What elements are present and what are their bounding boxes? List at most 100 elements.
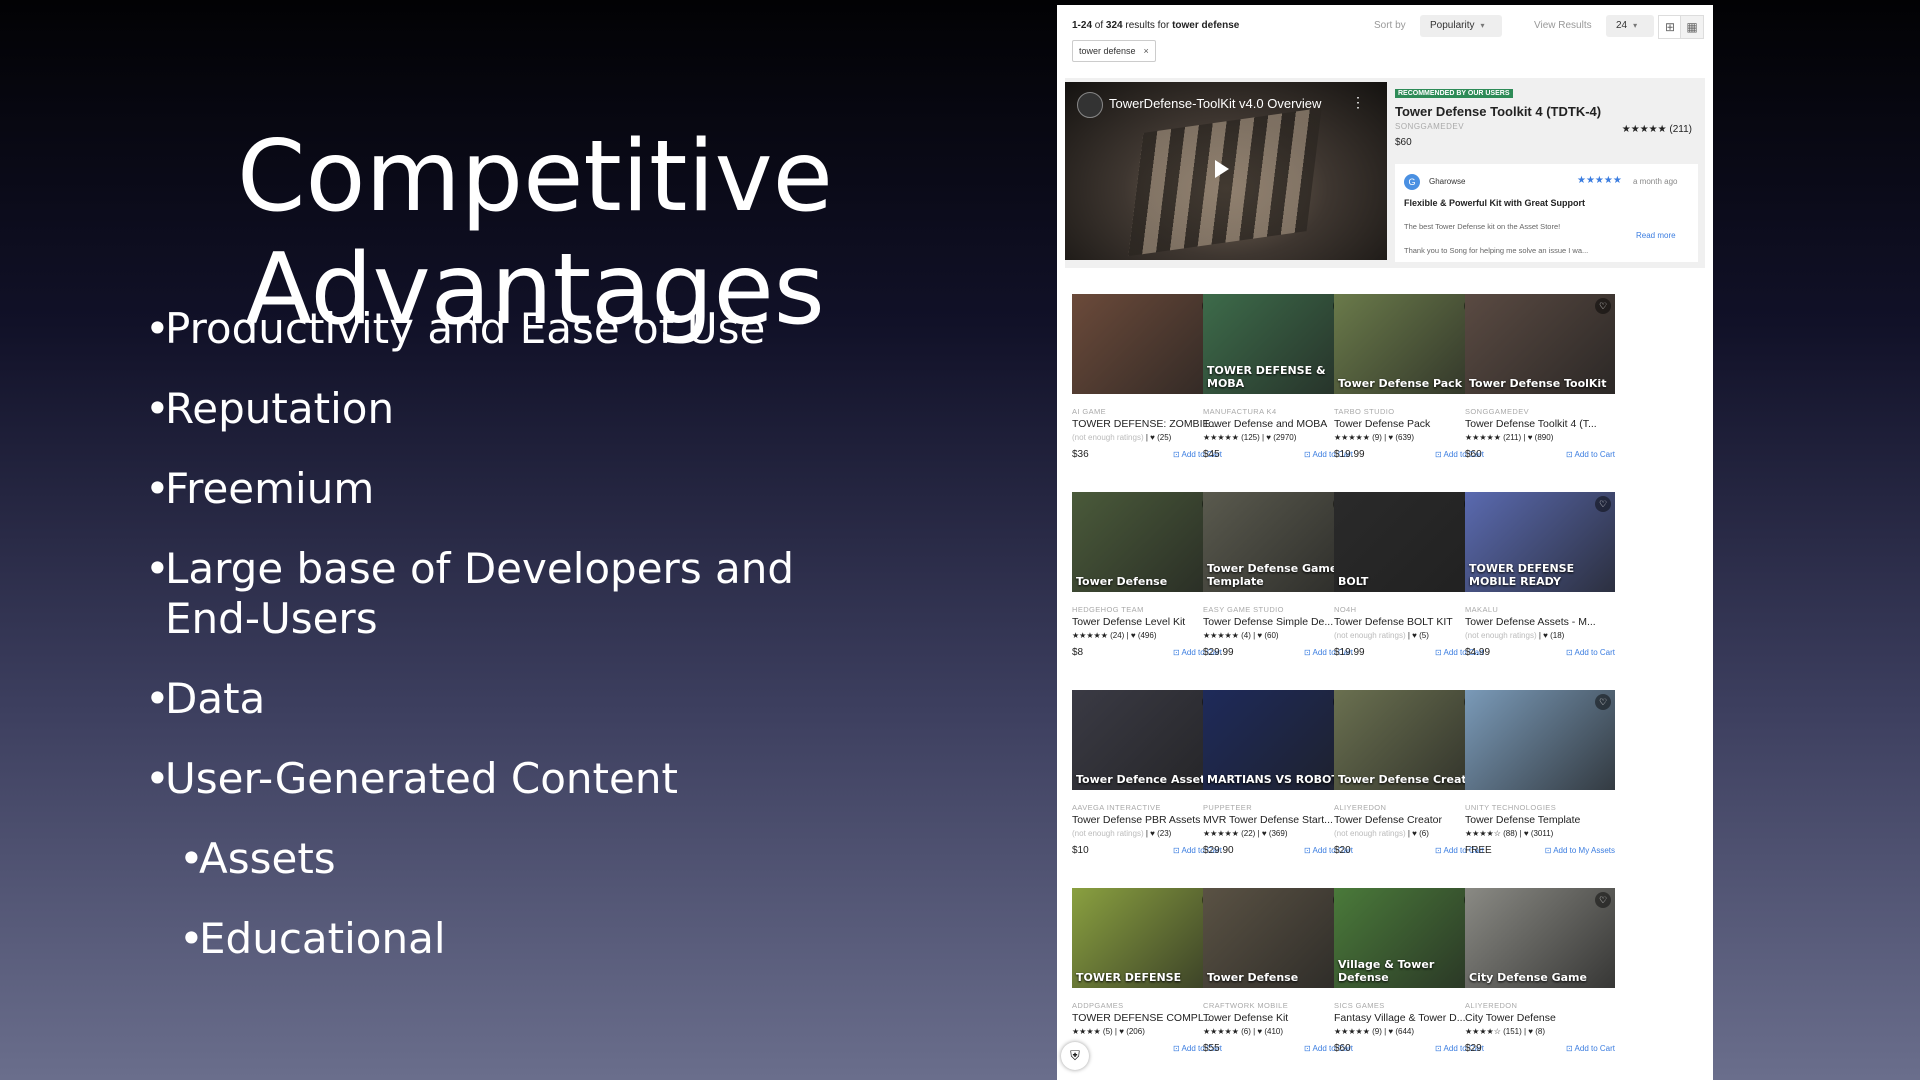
- product-name[interactable]: Tower Defense PBR Assets: [1072, 814, 1222, 826]
- product-card[interactable]: City Defense Game ♡ ALIYEREDON City Tower D…: [1465, 888, 1615, 1068]
- product-publisher[interactable]: ALIYEREDON: [1334, 803, 1386, 812]
- add-to-cart-button[interactable]: ⊡ Add to Cart: [1566, 648, 1615, 657]
- heart-icon[interactable]: ♡: [1595, 892, 1611, 908]
- product-publisher[interactable]: HEDGEHOG TEAM: [1072, 605, 1144, 614]
- heart-icon[interactable]: ♡: [1595, 298, 1611, 314]
- product-publisher[interactable]: TARBO STUDIO: [1334, 407, 1395, 416]
- video-title[interactable]: TowerDefense-ToolKit v4.0 Overview: [1109, 96, 1321, 111]
- product-card[interactable]: Tower Defense Creator♡ ALIYEREDON Tower De…: [1334, 690, 1484, 870]
- product-name[interactable]: City Tower Defense: [1465, 1012, 1615, 1024]
- add-to-cart-button[interactable]: ⊡ Add to Cart: [1566, 450, 1615, 459]
- product-publisher[interactable]: AAVEGA INTERACTIVE: [1072, 803, 1161, 812]
- heart-icon[interactable]: ♡: [1595, 496, 1611, 512]
- product-name[interactable]: Tower Defense BOLT KIT: [1334, 616, 1484, 628]
- product-publisher[interactable]: UNITY TECHNOLOGIES: [1465, 803, 1556, 812]
- rating-value: ★★★★★ (4): [1203, 631, 1251, 640]
- product-thumbnail[interactable]: ♡: [1072, 294, 1222, 394]
- product-publisher[interactable]: SONGGAMEDEV: [1465, 407, 1529, 416]
- product-publisher[interactable]: PUPPETEER: [1203, 803, 1252, 812]
- product-rating: (not enough ratings) | ♥ (5): [1334, 631, 1429, 640]
- likes-count: ♥ (25): [1150, 433, 1172, 442]
- product-thumbnail[interactable]: TOWER DEFENSE & MOBA♡: [1203, 294, 1353, 394]
- filter-chip[interactable]: tower defense ×: [1072, 40, 1156, 62]
- product-thumbnail[interactable]: Tower Defence Assets♡: [1072, 690, 1222, 790]
- product-name[interactable]: TOWER DEFENSE: ZOMBIE...: [1072, 418, 1222, 430]
- sort-dropdown[interactable]: Popularity ▾: [1420, 15, 1502, 37]
- product-thumbnail[interactable]: Tower Defense♡: [1072, 492, 1222, 592]
- channel-avatar[interactable]: [1077, 92, 1103, 118]
- product-price: $45: [1203, 449, 1220, 460]
- product-name[interactable]: Tower Defense Assets - M...: [1465, 616, 1615, 628]
- thumbnail-caption: Tower Defense ToolKit: [1469, 377, 1607, 390]
- product-name[interactable]: Fantasy Village & Tower D...: [1334, 1012, 1484, 1024]
- product-name[interactable]: Tower Defense Pack: [1334, 418, 1484, 430]
- product-thumbnail[interactable]: Tower Defense♡: [1203, 888, 1353, 988]
- product-name[interactable]: Tower Defense Simple De...: [1203, 616, 1353, 628]
- product-card[interactable]: MARTIANS VS ROBOTS♡ PUPPETEER MVR Tower De…: [1203, 690, 1353, 870]
- product-card[interactable]: Tower Defense Pack♡ TARBO STUDIO Tower Def…: [1334, 294, 1484, 474]
- add-to-cart-button[interactable]: ⊡ Add to My Assets: [1545, 846, 1615, 855]
- product-card[interactable]: Tower Defence Assets♡ AAVEGA INTERACTIVE T…: [1072, 690, 1222, 870]
- product-card[interactable]: ♡ AI GAME TOWER DEFENSE: ZOMBIE... (not eno…: [1072, 294, 1222, 474]
- product-thumbnail[interactable]: Tower Defense Creator♡: [1334, 690, 1484, 790]
- product-name[interactable]: Tower Defense Level Kit: [1072, 616, 1222, 628]
- product-name[interactable]: Tower Defense and MOBA: [1203, 418, 1353, 430]
- product-card[interactable]: Tower Defense ToolKit ♡ SONGGAMEDEV Tower D…: [1465, 294, 1615, 474]
- product-name[interactable]: TOWER DEFENSE COMPL...: [1072, 1012, 1222, 1024]
- product-thumbnail[interactable]: Tower Defense Game Template♡: [1203, 492, 1353, 592]
- product-card[interactable]: Village & Tower Defense♡ SICS GAMES Fantas…: [1334, 888, 1484, 1068]
- product-publisher[interactable]: SICS GAMES: [1334, 1001, 1385, 1010]
- product-name[interactable]: Tower Defense Creator: [1334, 814, 1484, 826]
- chevron-down-icon: ▾: [1480, 21, 1485, 30]
- product-card[interactable]: BOLT♡ NO4H Tower Defense BOLT KIT (not enou…: [1334, 492, 1484, 672]
- likes-count: ♥ (5): [1412, 631, 1429, 640]
- bullet-item: Large base of Developers and End-Users: [145, 544, 865, 644]
- product-thumbnail[interactable]: BOLT♡: [1334, 492, 1484, 592]
- grid-view-button[interactable]: ⊞: [1658, 15, 1682, 39]
- product-thumbnail[interactable]: Village & Tower Defense♡: [1334, 888, 1484, 988]
- product-publisher[interactable]: ALIYEREDON: [1465, 1001, 1517, 1010]
- product-publisher[interactable]: MANUFACTURA K4: [1203, 407, 1277, 416]
- play-icon[interactable]: [1215, 160, 1229, 178]
- product-publisher[interactable]: AI GAME: [1072, 407, 1106, 416]
- product-thumbnail[interactable]: TOWER DEFENSE♡: [1072, 888, 1222, 988]
- more-options-icon[interactable]: ⋮: [1351, 94, 1365, 111]
- likes-count: ♥ (6): [1412, 829, 1429, 838]
- featured-title[interactable]: Tower Defense Toolkit 4 (TDTK-4): [1395, 104, 1700, 119]
- product-card[interactable]: ♡ UNITY TECHNOLOGIES Tower Defense Templat…: [1465, 690, 1615, 870]
- product-thumbnail[interactable]: MARTIANS VS ROBOTS♡: [1203, 690, 1353, 790]
- product-name[interactable]: Tower Defense Kit: [1203, 1012, 1353, 1024]
- product-card[interactable]: Tower Defense♡ CRAFTWORK MOBILE Tower Defe…: [1203, 888, 1353, 1068]
- product-card[interactable]: TOWER DEFENSE MOBILE READY ♡ MAKALU Tower D…: [1465, 492, 1615, 672]
- product-thumbnail[interactable]: Tower Defense ToolKit ♡: [1465, 294, 1615, 394]
- product-thumbnail[interactable]: TOWER DEFENSE MOBILE READY ♡: [1465, 492, 1615, 592]
- product-publisher[interactable]: EASY GAME STUDIO: [1203, 605, 1284, 614]
- video-player[interactable]: TowerDefense-ToolKit v4.0 Overview ⋮: [1065, 82, 1387, 260]
- sort-label: Sort by: [1374, 20, 1406, 31]
- product-name[interactable]: Tower Defense Toolkit 4 (T...: [1465, 418, 1615, 430]
- product-card[interactable]: TOWER DEFENSE & MOBA♡ MANUFACTURA K4 Tower…: [1203, 294, 1353, 474]
- product-thumbnail[interactable]: City Defense Game ♡: [1465, 888, 1615, 988]
- product-thumbnail[interactable]: ♡: [1465, 690, 1615, 790]
- product-publisher[interactable]: MAKALU: [1465, 605, 1498, 614]
- product-publisher[interactable]: ADDPGAMES: [1072, 1001, 1124, 1010]
- review-text: The best Tower Defense kit on the Asset …: [1404, 222, 1561, 231]
- view-results-label: View Results: [1534, 20, 1592, 31]
- read-more-link[interactable]: Read more: [1636, 231, 1676, 240]
- results-per-page-dropdown[interactable]: 24 ▾: [1606, 15, 1654, 37]
- product-card[interactable]: TOWER DEFENSE♡ ADDPGAMES TOWER DEFENSE COM…: [1072, 888, 1222, 1068]
- product-publisher[interactable]: CRAFTWORK MOBILE: [1203, 1001, 1288, 1010]
- product-name[interactable]: MVR Tower Defense Start...: [1203, 814, 1353, 826]
- add-to-cart-button[interactable]: ⊡ Add to Cart: [1566, 1044, 1615, 1053]
- product-publisher[interactable]: NO4H: [1334, 605, 1356, 614]
- product-rating: ★★★★★ (24) | ♥ (496): [1072, 631, 1157, 640]
- product-card[interactable]: Tower Defense♡ HEDGEHOG TEAM Tower Defense…: [1072, 492, 1222, 672]
- product-thumbnail[interactable]: Tower Defense Pack♡: [1334, 294, 1484, 394]
- heart-icon[interactable]: ♡: [1595, 694, 1611, 710]
- product-name[interactable]: Tower Defense Template: [1465, 814, 1615, 826]
- compact-grid-view-button[interactable]: ▦: [1680, 15, 1704, 39]
- shield-icon[interactable]: ⛨: [1061, 1042, 1089, 1070]
- thumbnail-caption: Tower Defense: [1207, 971, 1299, 984]
- product-card[interactable]: Tower Defense Game Template♡ EASY GAME ST…: [1203, 492, 1353, 672]
- close-icon[interactable]: ×: [1144, 46, 1149, 56]
